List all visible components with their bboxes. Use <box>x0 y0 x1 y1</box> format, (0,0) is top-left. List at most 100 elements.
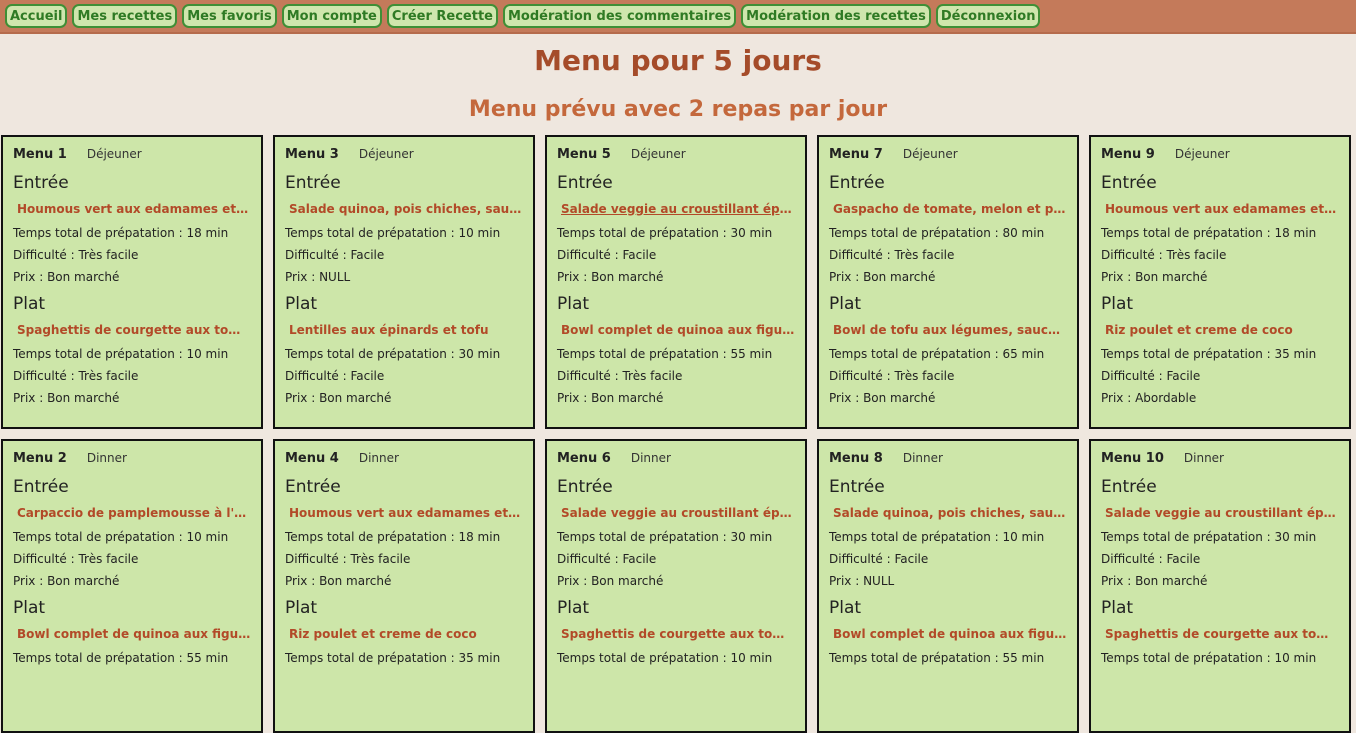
plat-heading: Plat <box>1101 294 1134 314</box>
entree-heading: Entrée <box>1101 477 1157 497</box>
entree-price: Prix : NULL <box>285 270 351 284</box>
plat-heading: Plat <box>285 294 318 314</box>
plat-heading: Plat <box>285 598 318 618</box>
plat-heading: Plat <box>1101 598 1134 618</box>
meal-type: Dinner <box>630 451 671 465</box>
plat-heading: Plat <box>557 598 590 618</box>
plat-time: Temps total de prépatation : 55 min <box>13 651 229 665</box>
menu-name: Menu 4 <box>285 451 339 466</box>
plat-difficulty: Difficulté : Très facile <box>829 369 955 383</box>
entree-recipe-link[interactable]: Salade veggie au croustillant épinard <box>1105 506 1339 524</box>
menu-name: Menu 8 <box>829 451 883 466</box>
menu-card: Menu 10 Dinner Entrée Salade veggie au cr… <box>1089 439 1351 733</box>
entree-heading: Entrée <box>557 173 613 193</box>
entree-price: Prix : Bon marché <box>557 270 664 284</box>
entree-heading: Entrée <box>1101 173 1157 193</box>
meal-type: Déjeuner <box>902 147 958 161</box>
nav-moderation-commentaires-button[interactable]: Modération des commentaires <box>503 4 737 28</box>
nav-mes-recettes-button[interactable]: Mes recettes <box>72 4 178 28</box>
plat-difficulty: Difficulté : Très facile <box>13 369 139 383</box>
menu-name: Menu 6 <box>557 451 611 466</box>
plat-recipe-link[interactable]: Spaghettis de courgette aux tomates c... <box>17 323 251 341</box>
entree-price: Prix : Bon marché <box>13 574 120 588</box>
entree-difficulty: Difficulté : Très facile <box>1101 248 1227 262</box>
nav-mes-favoris-button[interactable]: Mes favoris <box>182 4 277 28</box>
menu-name: Menu 2 <box>13 451 67 466</box>
plat-recipe-link[interactable]: Lentilles aux épinards et tofu <box>289 323 523 341</box>
nav-accueil-button[interactable]: Accueil <box>5 4 68 28</box>
meal-type: Dinner <box>902 451 943 465</box>
plat-time: Temps total de prépatation : 35 min <box>285 651 501 665</box>
plat-time: Temps total de prépatation : 55 min <box>557 347 773 361</box>
entree-price: Prix : Bon marché <box>1101 270 1208 284</box>
entree-price: Prix : Bon marché <box>1101 574 1208 588</box>
nav-mon-compte-button[interactable]: Mon compte <box>281 4 382 28</box>
nav-deconnexion-button[interactable]: Déconnexion <box>935 4 1041 28</box>
entree-price: Prix : Bon marché <box>13 270 120 284</box>
meal-type: Dinner <box>86 451 127 465</box>
menu-name: Menu 3 <box>285 147 339 162</box>
plat-recipe-link[interactable]: Spaghettis de courgette aux tomates c... <box>1105 627 1339 645</box>
entree-difficulty: Difficulté : Facile <box>829 552 929 566</box>
plat-recipe-link[interactable]: Bowl complet de quinoa aux figues, fe... <box>561 323 795 341</box>
menu-name: Menu 9 <box>1101 147 1155 162</box>
plat-difficulty: Difficulté : Facile <box>285 369 385 383</box>
menu-name: Menu 10 <box>1101 451 1164 466</box>
plat-price: Prix : Abordable <box>1101 391 1197 405</box>
plat-heading: Plat <box>557 294 590 314</box>
top-navbar: Accueil Mes recettes Mes favoris Mon com… <box>0 0 1356 34</box>
entree-difficulty: Difficulté : Facile <box>1101 552 1201 566</box>
entree-recipe-link[interactable]: Houmous vert aux edamames et avocat <box>289 506 523 524</box>
meal-type: Dinner <box>358 451 399 465</box>
entree-recipe-link[interactable]: Salade quinoa, pois chiches, sauce cru..… <box>833 506 1067 524</box>
plat-difficulty: Difficulté : Facile <box>1101 369 1201 383</box>
entree-recipe-link[interactable]: Salade veggie au croustillant épinard <box>561 202 795 220</box>
entree-difficulty: Difficulté : Facile <box>557 248 657 262</box>
meal-type: Déjeuner <box>1174 147 1230 161</box>
entree-time: Temps total de prépatation : 18 min <box>285 530 501 544</box>
entree-heading: Entrée <box>285 173 341 193</box>
entree-heading: Entrée <box>13 477 69 497</box>
entree-time: Temps total de prépatation : 30 min <box>557 530 773 544</box>
entree-recipe-link[interactable]: Houmous vert aux edamames et avocat <box>1105 202 1339 220</box>
plat-heading: Plat <box>829 598 862 618</box>
plat-recipe-link[interactable]: Spaghettis de courgette aux tomates c... <box>561 627 795 645</box>
menu-card: Menu 6 Dinner Entrée Salade veggie au cro… <box>545 439 807 733</box>
entree-heading: Entrée <box>285 477 341 497</box>
entree-heading: Entrée <box>829 173 885 193</box>
entree-recipe-link[interactable]: Houmous vert aux edamames et avocat <box>17 202 251 220</box>
plat-time: Temps total de prépatation : 65 min <box>829 347 1045 361</box>
plat-time: Temps total de prépatation : 35 min <box>1101 347 1317 361</box>
menu-name: Menu 1 <box>13 147 67 162</box>
entree-recipe-link[interactable]: Salade quinoa, pois chiches, sauce cru..… <box>289 202 523 220</box>
plat-time: Temps total de prépatation : 10 min <box>13 347 229 361</box>
plat-recipe-link[interactable]: Bowl complet de quinoa aux figues, fe... <box>833 627 1067 645</box>
menu-card: Menu 5 Déjeuner Entrée Salade veggie au c… <box>545 135 807 429</box>
menu-card: Menu 8 Dinner Entrée Salade quinoa, pois … <box>817 439 1079 733</box>
entree-time: Temps total de prépatation : 30 min <box>1101 530 1317 544</box>
meal-type: Déjeuner <box>86 147 142 161</box>
plat-difficulty: Difficulté : Très facile <box>557 369 683 383</box>
page-subtitle: Menu prévu avec 2 repas par jour <box>468 97 888 122</box>
nav-creer-recette-button[interactable]: Créer Recette <box>386 4 498 28</box>
entree-recipe-link[interactable]: Carpaccio de pamplemousse à l'huile ... <box>17 506 251 524</box>
entree-time: Temps total de prépatation : 30 min <box>557 226 773 240</box>
nav-moderation-recettes-button[interactable]: Modération des recettes <box>741 4 931 28</box>
menu-grid: Menu 1 Déjeuner Entrée Houmous vert aux e… <box>1 135 1351 733</box>
entree-difficulty: Difficulté : Très facile <box>829 248 955 262</box>
plat-heading: Plat <box>829 294 862 314</box>
plat-recipe-link[interactable]: Bowl complet de quinoa aux figues, fe... <box>17 627 251 645</box>
entree-price: Prix : Bon marché <box>557 574 664 588</box>
plat-recipe-link[interactable]: Riz poulet et creme de coco <box>289 627 523 645</box>
entree-time: Temps total de prépatation : 18 min <box>1101 226 1317 240</box>
entree-heading: Entrée <box>829 477 885 497</box>
plat-time: Temps total de prépatation : 10 min <box>557 651 773 665</box>
menu-card: Menu 7 Déjeuner Entrée Gaspacho de tomate… <box>817 135 1079 429</box>
plat-recipe-link[interactable]: Bowl de tofu aux légumes, sauce au m... <box>833 323 1067 341</box>
menu-card: Menu 9 Déjeuner Entrée Houmous vert aux e… <box>1089 135 1351 429</box>
entree-time: Temps total de prépatation : 10 min <box>829 530 1045 544</box>
entree-recipe-link[interactable]: Gaspacho de tomate, melon et pastèq... <box>833 202 1067 220</box>
entree-recipe-link[interactable]: Salade veggie au croustillant épinard <box>561 506 795 524</box>
plat-recipe-link[interactable]: Riz poulet et creme de coco <box>1105 323 1339 341</box>
menu-name: Menu 7 <box>829 147 883 162</box>
